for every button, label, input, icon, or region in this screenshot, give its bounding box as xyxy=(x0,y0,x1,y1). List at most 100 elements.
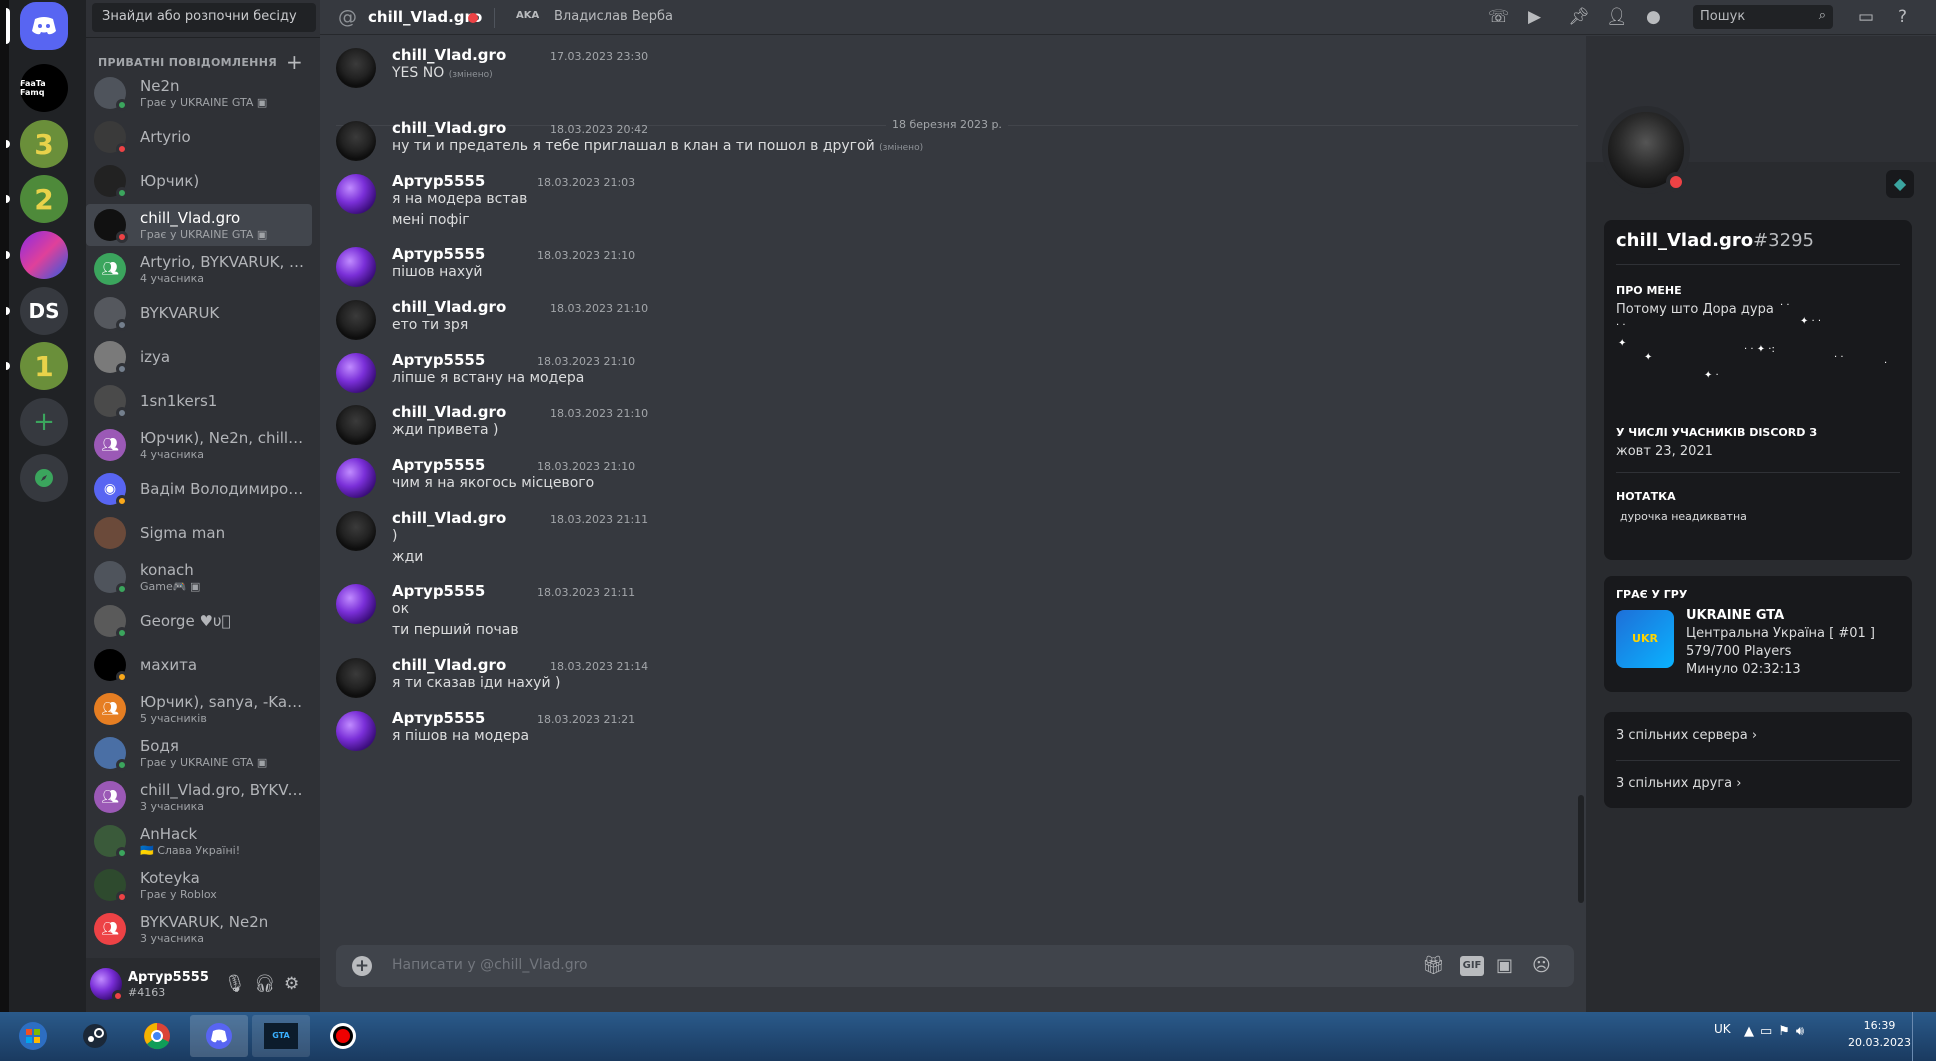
taskbar-discord[interactable] xyxy=(190,1015,248,1057)
dm-item[interactable]: Artyrio xyxy=(86,116,312,158)
server-2[interactable]: 2 xyxy=(20,175,68,223)
dm-item-selected[interactable]: chill_Vlad.gro Грає у UKRAINE GTA ▣ xyxy=(86,204,312,246)
message-avatar[interactable] xyxy=(336,353,376,393)
message-avatar[interactable] xyxy=(336,511,376,551)
message-avatar[interactable] xyxy=(336,405,376,445)
language-indicator[interactable]: UK xyxy=(1714,1022,1731,1036)
game-players: 579/700 Players xyxy=(1686,644,1792,659)
dm-item[interactable]: AnHack 🇺🇦 Слава Україні! xyxy=(86,820,312,862)
mutual-servers-link[interactable]: 3 спільних сервера › xyxy=(1616,728,1757,743)
dm-item[interactable]: 👥︎ chill_Vlad.gro, BYKVAR... 3 учасника xyxy=(86,776,312,818)
message-text: ) xyxy=(392,528,397,544)
message-avatar[interactable] xyxy=(336,584,376,624)
add-friend-icon[interactable]: 👤︎ xyxy=(1606,7,1628,27)
mutual-friends-link[interactable]: 3 спільних друга › xyxy=(1616,776,1741,791)
dm-item[interactable]: Юрчик) xyxy=(86,160,312,202)
taskbar-steam[interactable] xyxy=(66,1015,124,1057)
video-call-icon[interactable]: ▶ xyxy=(1528,7,1541,27)
show-desktop-button[interactable] xyxy=(1912,1012,1922,1061)
message-avatar[interactable] xyxy=(336,300,376,340)
message-author[interactable]: Артур5555 xyxy=(392,245,485,263)
taskbar-chrome[interactable] xyxy=(128,1015,186,1057)
message-avatar[interactable] xyxy=(336,711,376,751)
server-1[interactable]: 1 xyxy=(20,342,68,390)
attach-plus-icon[interactable]: + xyxy=(352,956,372,976)
message-avatar[interactable] xyxy=(336,121,376,161)
pin-icon[interactable]: 📌︎ xyxy=(1568,7,1590,27)
message-avatar[interactable] xyxy=(336,247,376,287)
gift-icon[interactable]: 🎁︎ xyxy=(1422,955,1445,976)
group-dm-icon: 👥︎ xyxy=(94,693,126,725)
status-dnd-icon xyxy=(468,13,478,23)
message-author[interactable]: Артур5555 xyxy=(392,582,485,600)
message-author[interactable]: chill_Vlad.gro xyxy=(392,509,506,527)
clock[interactable]: 16:39 20.03.2023 xyxy=(1848,1017,1911,1051)
server-gta-art[interactable] xyxy=(20,231,68,279)
dm-item[interactable]: Бодя Грає у UKRAINE GTA ▣ xyxy=(86,732,312,774)
composer-placeholder: Написати у @chill_Vlad.gro xyxy=(392,957,588,973)
taskbar-recorder[interactable] xyxy=(314,1015,372,1057)
message-author[interactable]: chill_Vlad.gro xyxy=(392,119,506,137)
status-indicator xyxy=(116,143,128,155)
call-icon[interactable]: ☏ xyxy=(1488,7,1509,27)
unread-indicator xyxy=(6,251,10,259)
home-button[interactable] xyxy=(20,2,68,50)
dm-item[interactable]: Sigma man xyxy=(86,512,312,554)
search-input[interactable]: Пошук ⌕ xyxy=(1693,5,1833,29)
gif-button[interactable]: GIF xyxy=(1460,956,1484,976)
message-author[interactable]: Артур5555 xyxy=(392,351,485,369)
dm-item[interactable]: izya xyxy=(86,336,312,378)
message-author[interactable]: chill_Vlad.gro xyxy=(392,656,506,674)
server-ds[interactable]: DS xyxy=(20,287,68,335)
dm-item[interactable]: 👥︎ Юрчик), Ne2n, chill_Vl... 4 учасника xyxy=(86,424,312,466)
microphone-icon[interactable]: 🎙︎ xyxy=(224,974,246,994)
message-avatar[interactable] xyxy=(336,458,376,498)
message-avatar[interactable] xyxy=(336,658,376,698)
server-3[interactable]: 3 xyxy=(20,120,68,168)
nickname: Владислав Верба xyxy=(554,9,673,24)
start-button[interactable] xyxy=(4,1015,62,1057)
message-timestamp: 18.03.2023 21:10 xyxy=(550,302,649,315)
dm-item[interactable]: 👥︎ BYKVARUK, Ne2n 3 учасника xyxy=(86,908,312,950)
message-author[interactable]: Артур5555 xyxy=(392,709,485,727)
dm-item[interactable]: 👥︎ Artyrio, BYKVARUK, Ю... 4 учасника xyxy=(86,248,312,290)
message-composer[interactable]: + Написати у @chill_Vlad.gro 🎁︎ GIF ▣ ☹ xyxy=(336,945,1574,987)
dm-item[interactable]: махита xyxy=(86,644,312,686)
note-input[interactable]: дурочка неадикватна xyxy=(1620,510,1747,523)
add-server-button[interactable]: + xyxy=(20,398,68,446)
headphones-icon[interactable]: 🎧︎ xyxy=(254,974,276,994)
dm-item[interactable]: Ne2n Грає у UKRAINE GTA ▣ xyxy=(86,72,312,114)
hypesquad-badge-icon[interactable]: ◆ xyxy=(1886,170,1914,198)
message-avatar[interactable] xyxy=(336,174,376,214)
emoji-icon[interactable]: ☹ xyxy=(1532,955,1551,976)
create-dm-plus-icon[interactable]: + xyxy=(286,50,303,74)
divider xyxy=(1616,472,1900,473)
dm-item[interactable]: 👥︎ Юрчик), sanya, -Kalist... 5 учасників xyxy=(86,688,312,730)
message-text-content: пішов нахуй xyxy=(392,264,483,280)
message-author[interactable]: Артур5555 xyxy=(392,456,485,474)
tray-icons[interactable]: ▲▭⚑🔊︎ xyxy=(1744,1024,1810,1039)
taskbar-ukraine-gta[interactable]: GTA xyxy=(252,1015,310,1057)
gear-icon[interactable]: ⚙ xyxy=(284,974,299,994)
dm-item[interactable]: George ♥υ⃝ xyxy=(86,600,312,642)
inbox-icon[interactable]: ▭ xyxy=(1858,7,1874,27)
dm-name: Бодя xyxy=(140,737,179,755)
message-author[interactable]: Артур5555 xyxy=(392,172,485,190)
server-faata[interactable]: FaaTa Famq xyxy=(20,64,68,112)
dm-item[interactable]: konach Game🎮 ▣ xyxy=(86,556,312,598)
message-author[interactable]: chill_Vlad.gro xyxy=(392,298,506,316)
scrollbar[interactable] xyxy=(1578,795,1584,903)
message-avatar[interactable] xyxy=(336,48,376,88)
dm-search-input[interactable]: Знайди або розпочни бесіду xyxy=(92,3,316,32)
message-author[interactable]: chill_Vlad.gro xyxy=(392,46,506,64)
message-author[interactable]: chill_Vlad.gro xyxy=(392,403,506,421)
dm-name: Юрчик), sanya, -Kalist... xyxy=(140,693,306,711)
dm-item[interactable]: Koteyka Грає у Roblox xyxy=(86,864,312,906)
help-icon[interactable]: ? xyxy=(1898,7,1907,27)
dm-item[interactable]: ◉ Вадім Володимирович xyxy=(86,468,312,510)
sticker-icon[interactable]: ▣ xyxy=(1496,955,1513,976)
dm-item[interactable]: 1sn1kers1 xyxy=(86,380,312,422)
dm-item[interactable]: BYKVARUK xyxy=(86,292,312,334)
explore-servers-button[interactable] xyxy=(20,454,68,502)
user-profile-icon[interactable]: ● xyxy=(1646,7,1661,27)
